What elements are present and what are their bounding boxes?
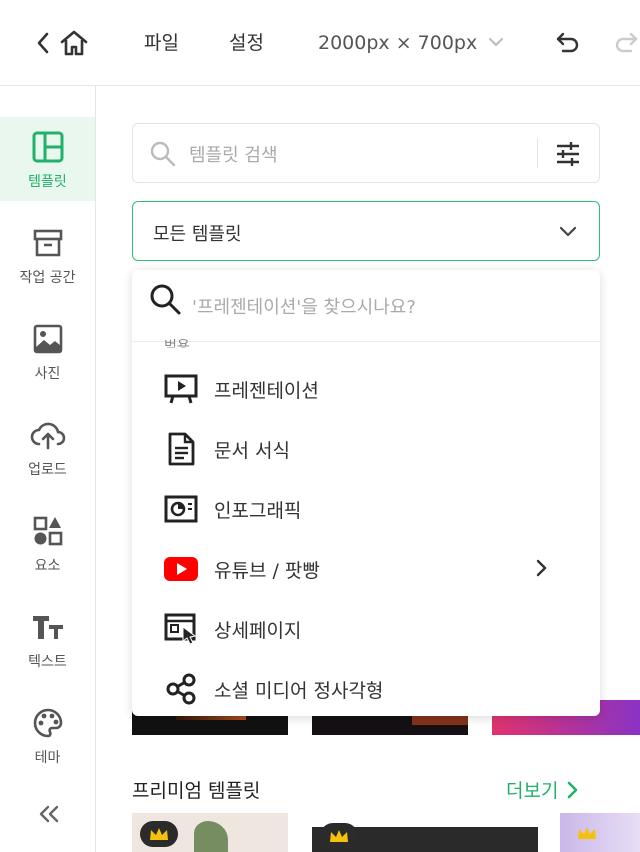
- sidebar-item-theme[interactable]: 테마: [0, 693, 95, 777]
- filter-sliders-icon[interactable]: [555, 142, 581, 166]
- menu-settings[interactable]: 설정: [229, 30, 264, 56]
- category-search-placeholder: '프레젠테이션'을 찾으시나요?: [192, 297, 416, 318]
- dropdown-section-label: 범용: [164, 339, 190, 348]
- divider: [537, 138, 538, 168]
- sidebar-item-label: 사진: [34, 366, 61, 382]
- detail-page-icon: [164, 612, 198, 646]
- premium-template-thumbnail[interactable]: [560, 813, 640, 852]
- sidebar-item-label: 업로드: [28, 462, 67, 478]
- redo-icon[interactable]: [610, 30, 640, 54]
- dropdown-item-document[interactable]: 문서 서식: [132, 418, 600, 478]
- share-icon: [164, 672, 198, 706]
- photo-icon: [33, 324, 62, 354]
- presentation-icon: [164, 372, 198, 406]
- sidebar-item-elements[interactable]: 요소: [0, 501, 95, 585]
- template-search-box[interactable]: 템플릿 검색: [132, 123, 600, 183]
- sidebar-item-photos[interactable]: 사진: [0, 309, 95, 393]
- dropdown-item-label: 문서 서식: [214, 440, 290, 462]
- dropdown-item-social-square[interactable]: 소셜 미디어 정사각형: [132, 658, 600, 716]
- dropdown-item-label: 유튜브 / 팟빵: [214, 560, 320, 582]
- dropdown-item-label: 인포그래픽: [214, 500, 302, 522]
- template-search-placeholder: 템플릿 검색: [189, 145, 278, 166]
- undo-icon[interactable]: [554, 30, 582, 54]
- sidebar-item-text[interactable]: 텍스트: [0, 597, 95, 681]
- dropdown-item-label: 프레젠테이션: [214, 380, 319, 402]
- chevron-right-icon: [568, 781, 578, 798]
- sidebar-item-label: 테마: [34, 750, 61, 766]
- document-icon: [164, 432, 198, 466]
- template-category-select[interactable]: 모든 템플릿: [132, 201, 600, 261]
- canvas-size-select[interactable]: 2000px × 700px: [318, 30, 477, 56]
- search-icon: [150, 284, 181, 315]
- category-select-value: 모든 템플릿: [153, 224, 242, 245]
- category-dropdown-menu: '프레젠테이션'을 찾으시나요? 범용 프레젠테이션 문서 서식 인포그래픽 유…: [132, 270, 600, 716]
- palette-icon: [33, 708, 62, 738]
- crown-icon: [578, 827, 596, 839]
- dropdown-item-detail-page[interactable]: 상세페이지: [132, 598, 600, 658]
- dropdown-item-youtube[interactable]: 유튜브 / 팟빵: [132, 538, 600, 598]
- sidebar-item-upload[interactable]: 업로드: [0, 405, 95, 489]
- crown-badge: [320, 823, 358, 849]
- menu-file[interactable]: 파일: [144, 30, 179, 56]
- text-icon: [32, 616, 63, 639]
- archive-icon: [33, 229, 62, 257]
- sidebar-item-label: 작업 공간: [19, 270, 76, 286]
- back-chevron-icon[interactable]: [34, 31, 52, 55]
- template-icon: [32, 131, 63, 163]
- shapes-icon: [33, 516, 62, 546]
- dropdown-item-infographic[interactable]: 인포그래픽: [132, 478, 600, 538]
- infographic-icon: [164, 492, 198, 526]
- premium-templates-heading: 프리미엄 템플릿: [132, 780, 261, 802]
- search-icon: [150, 141, 176, 167]
- dropdown-item-presentation[interactable]: 프레젠테이션: [132, 358, 600, 418]
- more-link-label: 더보기: [506, 780, 559, 802]
- top-bar: 파일 설정 2000px × 700px: [0, 0, 640, 86]
- youtube-icon: [164, 552, 198, 586]
- upload-cloud-icon: [30, 422, 65, 450]
- premium-template-thumbnail[interactable]: [132, 813, 288, 852]
- sidebar-item-label: 요소: [34, 558, 61, 574]
- sidebar-item-workspace[interactable]: 작업 공간: [0, 213, 95, 297]
- dropdown-item-label: 상세페이지: [214, 620, 302, 642]
- home-icon[interactable]: [58, 28, 90, 58]
- sidebar-item-label: 텍스트: [28, 654, 67, 670]
- dropdown-item-label: 소셜 미디어 정사각형: [214, 680, 384, 702]
- category-search-box[interactable]: '프레젠테이션'을 찾으시나요?: [132, 270, 600, 342]
- chevron-right-icon: [536, 559, 547, 577]
- crown-icon: [330, 830, 348, 842]
- double-chevron-left-icon[interactable]: [36, 804, 62, 826]
- chevron-down-icon[interactable]: [486, 34, 506, 50]
- crown-badge: [140, 821, 178, 847]
- premium-template-thumbnail[interactable]: [312, 823, 538, 852]
- more-link[interactable]: 더보기: [506, 776, 578, 803]
- sidebar-item-label: 템플릿: [28, 174, 67, 190]
- sidebar-item-templates[interactable]: 템플릿: [0, 117, 95, 201]
- chevron-down-icon: [559, 226, 577, 237]
- sidebar: 템플릿 작업 공간 사진 업로드 요소 텍스트 테마: [0, 86, 96, 852]
- crown-icon: [150, 828, 168, 840]
